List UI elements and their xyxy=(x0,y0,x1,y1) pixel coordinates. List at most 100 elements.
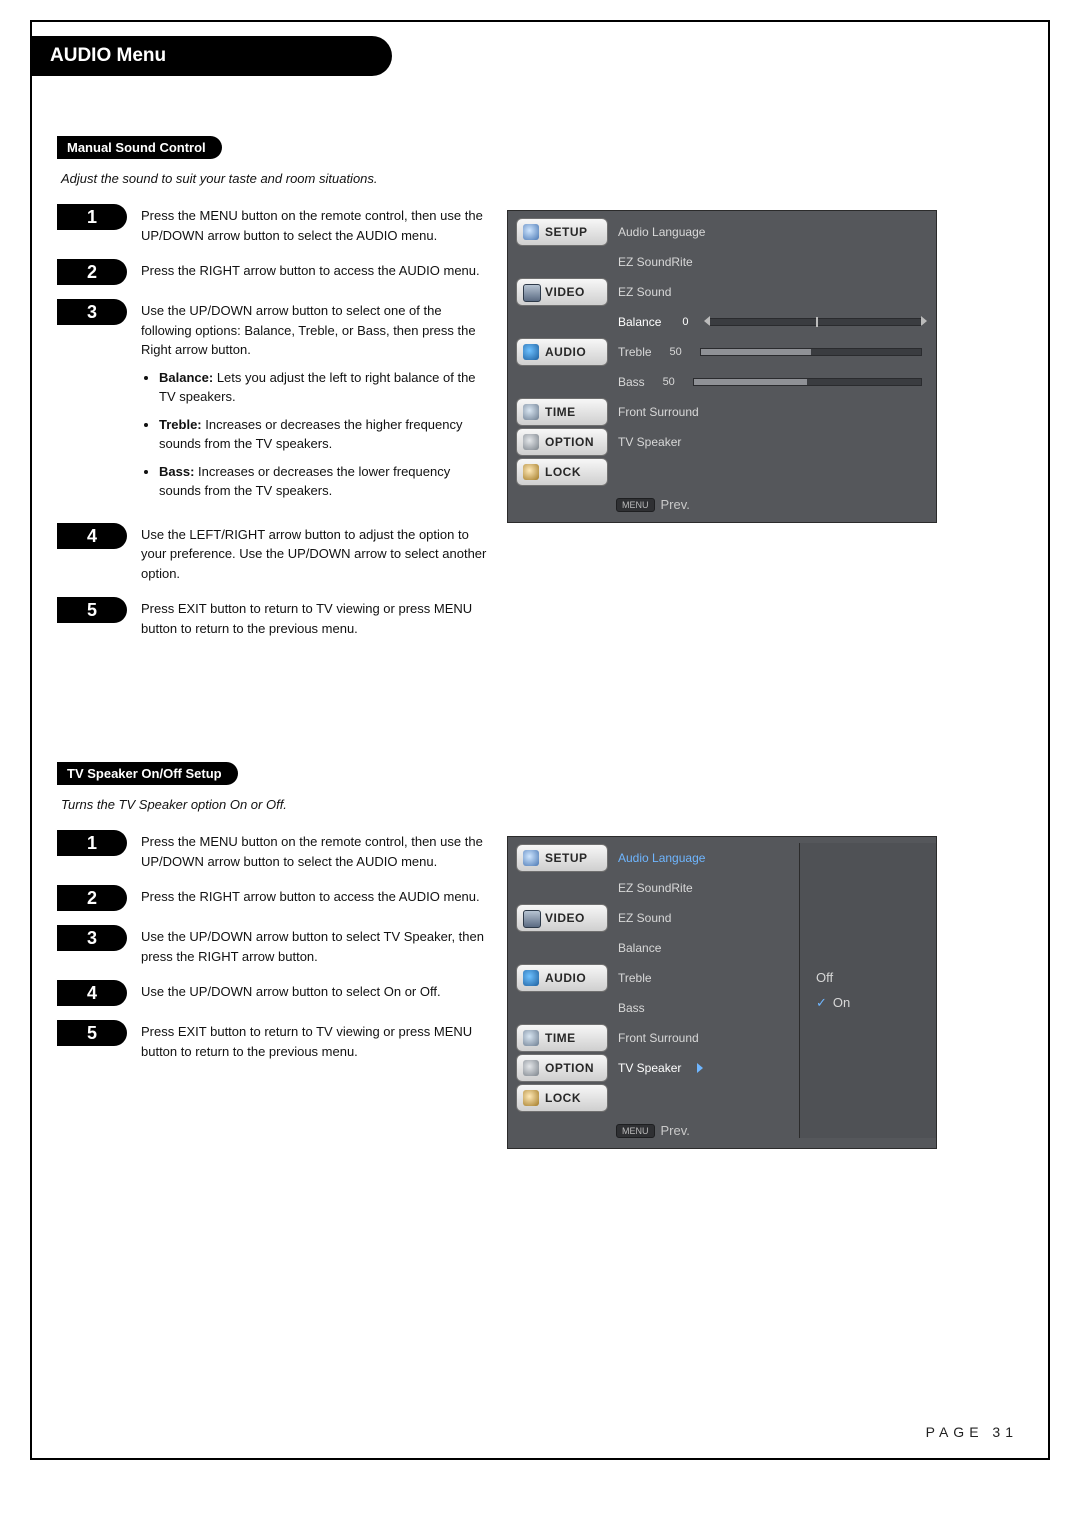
bullet-treble: Treble: Increases or decreases the highe… xyxy=(159,415,487,454)
osd-tab-time: TIME xyxy=(516,1024,608,1052)
treble-value: 50 xyxy=(662,346,690,358)
step-text: Use the UP/DOWN arrow button to select o… xyxy=(141,299,487,509)
setup-icon xyxy=(523,850,539,866)
osd-item-ez-sound: EZ Sound xyxy=(614,285,928,299)
step-3: 3 Use the UP/DOWN arrow button to select… xyxy=(57,925,487,966)
submenu-off: Off xyxy=(816,970,936,985)
steps-column: 1 Press the MENU button on the remote co… xyxy=(57,204,487,652)
step-number: 5 xyxy=(57,1020,127,1046)
audio-icon xyxy=(523,970,539,986)
setup-icon xyxy=(523,224,539,240)
step-2: 2 Press the RIGHT arrow button to access… xyxy=(57,885,487,911)
step-text-lead: Use the UP/DOWN arrow button to select o… xyxy=(141,303,476,357)
menu-key-icon: MENU xyxy=(616,1124,655,1138)
page-title-bar: AUDIO Menu xyxy=(32,36,1048,76)
step-text: Press EXIT button to return to TV viewin… xyxy=(141,597,487,638)
osd-tab-setup: SETUP xyxy=(516,844,608,872)
osd-item-treble: Treble xyxy=(614,971,799,985)
step-number: 3 xyxy=(57,925,127,951)
bullet-bass: Bass: Increases or decreases the lower f… xyxy=(159,462,487,501)
page-number: PAGE 31 xyxy=(926,1424,1018,1440)
osd-item-bass: Bass xyxy=(614,1001,799,1015)
osd-item-tv-speaker: TV Speaker xyxy=(614,1061,799,1075)
osd-tab-lock: LOCK xyxy=(516,458,608,486)
osd-submenu-tv-speaker: Off On xyxy=(799,843,936,1138)
step-text: Use the UP/DOWN arrow button to select T… xyxy=(141,925,487,966)
osd-item-ez-soundrite: EZ SoundRite xyxy=(614,255,928,269)
section-manual-sound: Manual Sound Control Adjust the sound to… xyxy=(57,136,1023,652)
bass-value: 50 xyxy=(655,376,683,388)
osd-item-balance: Balance 0 xyxy=(614,315,928,329)
osd-tab-video: VIDEO xyxy=(516,904,608,932)
step-text: Press the RIGHT arrow button to access t… xyxy=(141,259,487,281)
osd-item-front-surround: Front Surround xyxy=(614,405,928,419)
time-icon xyxy=(523,1030,539,1046)
step-number: 1 xyxy=(57,204,127,230)
osd-item-ez-soundrite: EZ SoundRite xyxy=(614,881,799,895)
lock-icon xyxy=(523,1090,539,1106)
submenu-on: On xyxy=(816,995,936,1011)
osd-footer: MENU Prev. xyxy=(616,1123,799,1138)
step-text: Press the MENU button on the remote cont… xyxy=(141,204,487,245)
osd-item-ez-sound: EZ Sound xyxy=(614,911,799,925)
osd-tab-video: VIDEO xyxy=(516,278,608,306)
osd-tab-lock: LOCK xyxy=(516,1084,608,1112)
page-title: AUDIO Menu xyxy=(32,36,1048,76)
step-5: 5 Press EXIT button to return to TV view… xyxy=(57,597,487,638)
time-icon xyxy=(523,404,539,420)
section-heading: TV Speaker On/Off Setup xyxy=(57,762,238,785)
section-desc: Adjust the sound to suit your taste and … xyxy=(61,171,1023,186)
osd-footer: MENU Prev. xyxy=(616,497,928,512)
osd-item-audio-language: Audio Language xyxy=(614,851,799,865)
bullet-balance: Balance: Lets you adjust the left to rig… xyxy=(159,368,487,407)
step-number: 4 xyxy=(57,523,127,549)
osd-tab-option: OPTION xyxy=(516,1054,608,1082)
step-number: 3 xyxy=(57,299,127,325)
section-desc: Turns the TV Speaker option On or Off. xyxy=(61,797,1023,812)
prev-label: Prev. xyxy=(661,1123,690,1138)
osd-tv-speaker: SETUP Audio Language EZ SoundRite VIDEO … xyxy=(507,836,937,1149)
audio-icon xyxy=(523,344,539,360)
bullet-list: Balance: Lets you adjust the left to rig… xyxy=(141,368,487,501)
osd-tab-audio: AUDIO xyxy=(516,964,608,992)
step-number: 5 xyxy=(57,597,127,623)
section-tv-speaker: TV Speaker On/Off Setup Turns the TV Spe… xyxy=(57,762,1023,1149)
step-text: Press the MENU button on the remote cont… xyxy=(141,830,487,871)
manual-page: AUDIO Menu Manual Sound Control Adjust t… xyxy=(30,20,1050,1460)
step-3: 3 Use the UP/DOWN arrow button to select… xyxy=(57,299,487,509)
chevron-right-icon xyxy=(697,1063,703,1073)
step-4: 4 Use the UP/DOWN arrow button to select… xyxy=(57,980,487,1006)
bass-slider xyxy=(693,378,922,386)
prev-label: Prev. xyxy=(661,497,690,512)
balance-value: 0 xyxy=(671,316,699,328)
step-number: 1 xyxy=(57,830,127,856)
osd-item-treble: Treble 50 xyxy=(614,345,928,359)
menu-key-icon: MENU xyxy=(616,498,655,512)
step-number: 2 xyxy=(57,885,127,911)
step-5: 5 Press EXIT button to return to TV view… xyxy=(57,1020,487,1061)
step-text: Press EXIT button to return to TV viewin… xyxy=(141,1020,487,1061)
osd-audio-sliders: SETUP Audio Language EZ SoundRite VIDEO … xyxy=(507,210,937,523)
section-heading: Manual Sound Control xyxy=(57,136,222,159)
step-1: 1 Press the MENU button on the remote co… xyxy=(57,830,487,871)
step-1: 1 Press the MENU button on the remote co… xyxy=(57,204,487,245)
osd-item-front-surround: Front Surround xyxy=(614,1031,799,1045)
osd-tab-option: OPTION xyxy=(516,428,608,456)
step-text: Use the UP/DOWN arrow button to select O… xyxy=(141,980,487,1002)
step-text: Use the LEFT/RIGHT arrow button to adjus… xyxy=(141,523,487,584)
osd-tab-setup: SETUP xyxy=(516,218,608,246)
step-4: 4 Use the LEFT/RIGHT arrow button to adj… xyxy=(57,523,487,584)
step-number: 4 xyxy=(57,980,127,1006)
step-text: Press the RIGHT arrow button to access t… xyxy=(141,885,487,907)
option-icon xyxy=(523,1060,539,1076)
osd-item-balance: Balance xyxy=(614,941,799,955)
balance-slider xyxy=(709,318,922,326)
option-icon xyxy=(523,434,539,450)
step-2: 2 Press the RIGHT arrow button to access… xyxy=(57,259,487,285)
osd-tab-audio: AUDIO xyxy=(516,338,608,366)
treble-slider xyxy=(700,348,922,356)
step-number: 2 xyxy=(57,259,127,285)
video-icon xyxy=(523,284,541,302)
osd-item-tv-speaker: TV Speaker xyxy=(614,435,928,449)
lock-icon xyxy=(523,464,539,480)
